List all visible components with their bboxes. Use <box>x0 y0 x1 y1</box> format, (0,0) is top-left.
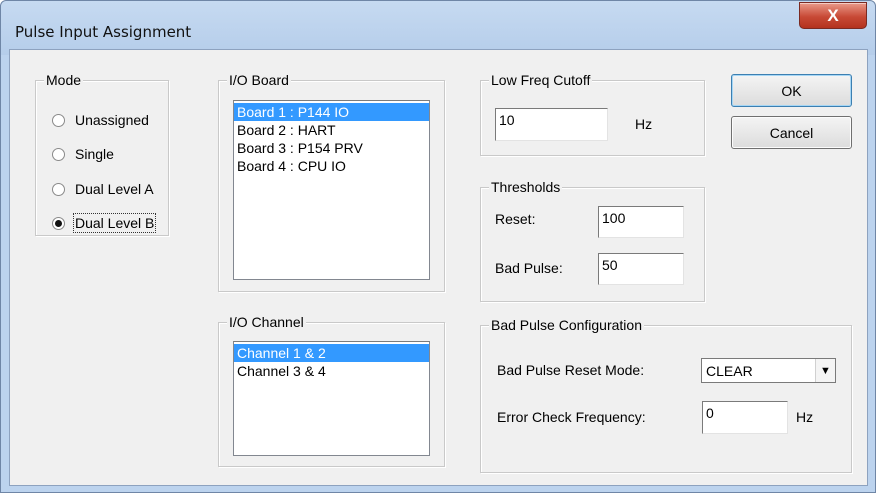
reset-mode-select[interactable]: CLEAR ▼ <box>701 358 836 383</box>
bad-pulse-label: Bad Pulse: <box>495 260 563 276</box>
mode-option-single[interactable]: Single <box>52 144 114 164</box>
radio-label: Single <box>75 146 114 162</box>
io-channel-legend: I/O Channel <box>227 313 306 331</box>
dialog-window: Pulse Input Assignment X Mode Unassigned… <box>0 0 876 493</box>
error-freq-label: Error Check Frequency: <box>497 409 646 425</box>
low-freq-legend: Low Freq Cutoff <box>489 71 593 89</box>
io-board-group: I/O Board Board 1 : P144 IO Board 2 : HA… <box>218 71 445 292</box>
thresholds-legend: Thresholds <box>489 178 563 196</box>
thresholds-group: Thresholds Reset: 100 Bad Pulse: 50 <box>480 178 705 302</box>
bad-pulse-config-group: Bad Pulse Configuration Bad Pulse Reset … <box>480 316 852 473</box>
mode-option-dual-level-a[interactable]: Dual Level A <box>52 179 154 199</box>
radio-label: Dual Level A <box>75 181 154 197</box>
radio-label: Unassigned <box>75 112 149 128</box>
io-channel-group: I/O Channel Channel 1 & 2 Channel 3 & 4 <box>218 313 445 467</box>
window-title: Pulse Input Assignment <box>15 23 192 41</box>
close-button[interactable]: X <box>799 2 867 29</box>
cancel-button[interactable]: Cancel <box>731 116 852 149</box>
mode-option-unassigned[interactable]: Unassigned <box>52 110 149 130</box>
close-icon: X <box>827 5 839 25</box>
low-freq-input[interactable]: 10 <box>495 108 608 141</box>
low-freq-unit: Hz <box>635 116 653 132</box>
ok-button[interactable]: OK <box>731 74 852 107</box>
list-item[interactable]: Board 2 : HART <box>234 121 429 139</box>
reset-input[interactable]: 100 <box>598 206 684 238</box>
error-freq-unit: Hz <box>796 409 814 425</box>
chevron-down-icon[interactable]: ▼ <box>815 359 835 382</box>
reset-label: Reset: <box>495 211 536 227</box>
radio-label: Dual Level B <box>72 213 157 233</box>
reset-mode-value: CLEAR <box>706 362 753 379</box>
dialog-body: Mode Unassigned Single Dual Level A Dual… <box>9 49 868 486</box>
bad-pulse-config-legend: Bad Pulse Configuration <box>489 316 644 334</box>
io-channel-list[interactable]: Channel 1 & 2 Channel 3 & 4 <box>233 341 430 456</box>
mode-legend: Mode <box>44 71 84 89</box>
io-board-list[interactable]: Board 1 : P144 IO Board 2 : HART Board 3… <box>233 100 430 280</box>
mode-group: Mode Unassigned Single Dual Level A Dual… <box>35 71 169 236</box>
radio-unassigned[interactable] <box>52 113 65 127</box>
io-board-legend: I/O Board <box>227 71 291 89</box>
radio-dual-level-a[interactable] <box>52 182 65 196</box>
title-bar[interactable]: Pulse Input Assignment X <box>1 1 875 55</box>
low-freq-cutoff-group: Low Freq Cutoff 10 Hz <box>480 71 705 156</box>
bad-pulse-input[interactable]: 50 <box>598 253 684 285</box>
list-item[interactable]: Channel 1 & 2 <box>234 344 429 362</box>
radio-dual-level-b[interactable] <box>52 216 65 230</box>
radio-single[interactable] <box>52 147 65 161</box>
error-freq-input[interactable]: 0 <box>702 401 788 434</box>
reset-mode-label: Bad Pulse Reset Mode: <box>497 362 645 378</box>
list-item[interactable]: Board 1 : P144 IO <box>234 103 429 121</box>
list-item[interactable]: Board 4 : CPU IO <box>234 157 429 175</box>
list-item[interactable]: Channel 3 & 4 <box>234 362 429 380</box>
mode-option-dual-level-b[interactable]: Dual Level B <box>52 213 157 233</box>
list-item[interactable]: Board 3 : P154 PRV <box>234 139 429 157</box>
